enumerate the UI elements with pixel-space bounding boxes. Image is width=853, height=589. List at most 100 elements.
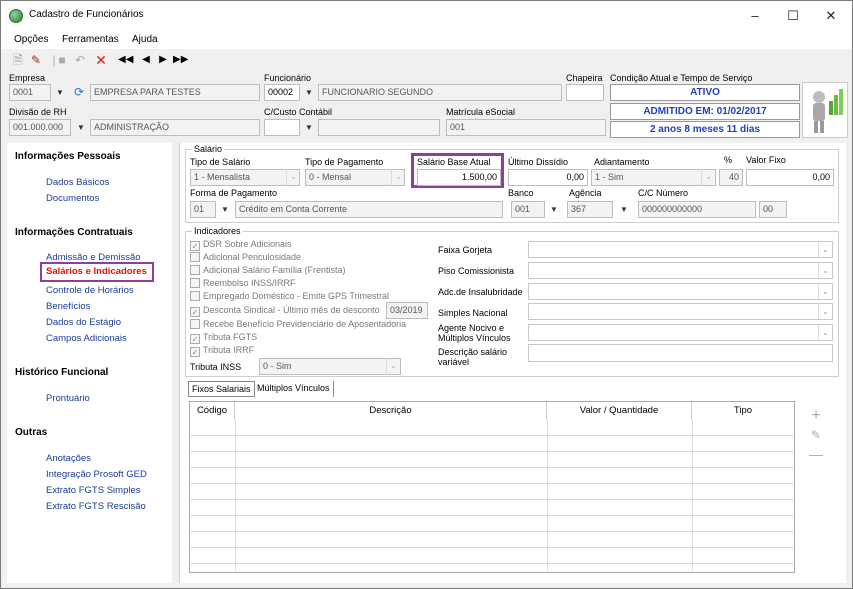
refresh-arrow-icon[interactable]: ⟳ [72,84,86,100]
check-periculosidade[interactable]: Adicional Periculosidade [190,252,301,262]
close-window-button[interactable]: ✕ [812,1,850,31]
edit-pencil-icon[interactable]: ✎ [29,52,43,68]
sindical-month-field[interactable]: 03/2019 [386,302,428,319]
agencia-field[interactable]: 367 [567,201,613,218]
tab-multiplos-vinculos[interactable]: Múltiplos Vínculos [254,381,334,397]
tipo-pagamento-select[interactable]: 0 - Mensal [305,169,405,186]
employee-avatar [802,82,848,138]
table-row[interactable] [190,532,794,548]
sidebar-item-dados-basicos[interactable]: Dados Básicos [46,177,109,188]
sidebar-item-anotacoes[interactable]: Anotações [46,453,91,464]
agencia-dropdown-arrow[interactable]: ▼ [616,201,632,218]
next-record-icon[interactable]: ▶ [156,52,170,68]
table-row[interactable] [190,484,794,500]
last-record-icon[interactable]: ▶▶ [173,52,188,68]
column-tipo[interactable]: Tipo [692,402,794,420]
tipo-salario-chevron-icon[interactable]: ⌄ [286,169,300,186]
check-salario-familia[interactable]: Adicional Salário Família (Frentista) [190,265,346,275]
tributa-inss-chevron-icon[interactable]: ⌄ [386,358,400,375]
funcionario-code-field[interactable]: 00002 [264,84,300,101]
menu-opcoes[interactable]: Opções [14,34,48,45]
column-codigo[interactable]: Código [190,402,235,420]
column-descricao[interactable]: Descrição [235,402,547,420]
empresa-code-field[interactable]: 0001 [9,84,51,101]
banco-dropdown-arrow[interactable]: ▼ [546,201,562,218]
chevron-down-icon: ⌄ [818,263,832,278]
percent-field[interactable]: 40 [719,169,743,186]
check-irrf[interactable]: ✓ Tributa IRRF [190,345,254,357]
custo-dropdown-arrow[interactable]: ▼ [301,119,317,136]
chapeira-field[interactable] [566,84,604,101]
divisao-code-field[interactable]: 001.000.000 [9,119,71,136]
ultimo-dissidio-field[interactable]: 0,00 [508,169,588,186]
remove-row-icon[interactable]: — [809,446,823,462]
fixos-salariais-table: Código Descrição Valor / Quantidade Tipo [189,401,795,573]
forma-dropdown-arrow[interactable]: ▼ [217,201,233,218]
add-row-icon[interactable]: + [809,408,823,424]
sidebar-item-horarios[interactable]: Controle de Horários [46,285,134,296]
column-valor[interactable]: Valor / Quantidade [547,402,692,420]
agente-nocivo-select[interactable]: ⌄ [528,324,833,341]
check-sindical[interactable]: ✓ Desconta Sindical - Último mês de desco… [190,305,380,317]
sidebar-item-salarios[interactable]: Salários e Indicadores [46,266,147,277]
delete-x-icon[interactable]: ✕ [94,52,108,68]
divisao-dropdown-arrow[interactable]: ▼ [73,119,89,136]
check-reembolso[interactable]: Reembolso INSS/IRRF [190,278,296,288]
undo-icon[interactable]: ↶ [73,52,87,68]
salario-base-field[interactable]: 1.500,00 [417,169,501,186]
custo-code-field[interactable] [264,119,300,136]
valor-fixo-field[interactable]: 0,00 [746,169,834,186]
table-row[interactable] [190,436,794,452]
sidebar-item-fgts-simples[interactable]: Extrato FGTS Simples [46,485,141,496]
sidebar: Informações Pessoais Dados Básicos Docum… [7,143,172,583]
table-row[interactable] [190,548,794,564]
table-row[interactable] [190,468,794,484]
new-document-icon[interactable]: 🗎 [11,52,25,68]
adiantamento-chevron-icon[interactable]: ⌄ [701,169,715,186]
table-row[interactable] [190,420,794,436]
tributa-inss-select[interactable]: 0 - Sim [259,358,401,375]
descricao-variavel-field[interactable] [528,344,833,362]
empresa-dropdown-arrow[interactable]: ▼ [52,84,68,101]
tab-fixos-salariais[interactable]: Fixos Salariais [188,381,255,397]
edit-row-icon[interactable]: ✎ [809,427,823,443]
check-dsr[interactable]: ✓ DSR Sobre Adicionais [190,239,292,251]
sidebar-item-beneficios[interactable]: Benefícios [46,301,90,312]
menu-ajuda[interactable]: Ajuda [132,34,158,45]
sidebar-item-estagio[interactable]: Dados do Estágio [46,317,121,328]
forma-code-field[interactable]: 01 [190,201,216,218]
faixa-gorjeta-select[interactable]: ⌄ [528,241,833,258]
sidebar-item-campos[interactable]: Campos Adicionais [46,333,127,344]
previous-record-icon[interactable]: ◀ [139,52,153,68]
insalubridade-select[interactable]: ⌄ [528,283,833,300]
tipo-pagamento-chevron-icon[interactable]: ⌄ [391,169,405,186]
table-row[interactable] [190,500,794,516]
check-domestico[interactable]: Empregado Doméstico - Emite GPS Trimestr… [190,291,389,301]
check-fgts[interactable]: ✓ Tributa FGTS [190,332,257,344]
sidebar-item-prontuario[interactable]: Prontuário [46,393,90,404]
banco-field[interactable]: 001 [511,201,545,218]
maximize-button[interactable]: ☐ [774,1,812,31]
adiantamento-select[interactable]: 1 - Sim [591,169,716,186]
sidebar-item-documentos[interactable]: Documentos [46,193,99,204]
table-row[interactable] [190,452,794,468]
first-record-icon[interactable]: ◀◀ [118,52,133,68]
piso-comissionista-select[interactable]: ⌄ [528,262,833,279]
funcionario-dropdown-arrow[interactable]: ▼ [301,84,317,101]
simples-nacional-select[interactable]: ⌄ [528,303,833,320]
check-aposentadoria[interactable]: Recebe Benefício Previdenciário de Apose… [190,319,406,329]
conta-field[interactable]: 000000000000 [638,201,756,218]
tipo-salario-select[interactable]: 1 - Mensalista [190,169,300,186]
matricula-field: 001 [446,119,606,136]
menu-ferramentas[interactable]: Ferramentas [62,34,119,45]
funcionario-name-field: FUNCIONARIO SEGUNDO [318,84,562,101]
save-icon[interactable]: ■ [55,52,69,68]
sidebar-item-fgts-rescisao[interactable]: Extrato FGTS Rescisão [46,501,146,512]
table-row[interactable] [190,516,794,532]
percent-label: % [724,155,733,165]
conta-dv-field[interactable]: 00 [759,201,787,218]
sidebar-section-outras: Outras [15,427,48,438]
minimize-button[interactable]: – [736,1,774,31]
sidebar-item-ged[interactable]: Integração Prosoft GED [46,469,147,480]
forma-pagamento-label: Forma de Pagamento [190,188,278,198]
